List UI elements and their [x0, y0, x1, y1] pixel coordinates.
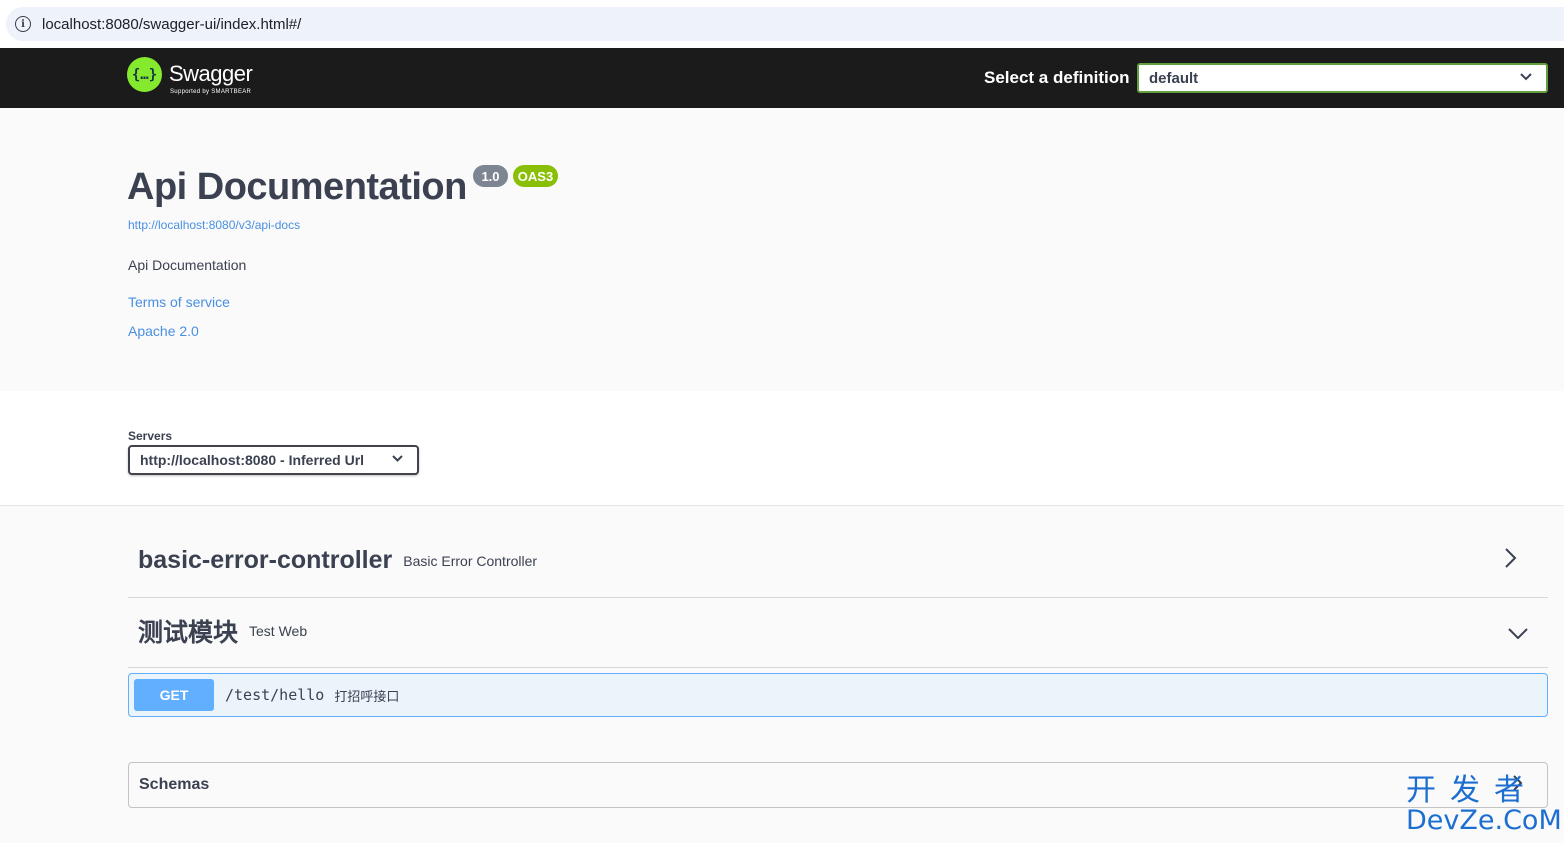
schemas-label[interactable]: Schemas: [139, 776, 209, 794]
tag-description: Basic Error Controller: [403, 552, 538, 569]
servers-select[interactable]: http://localhost:8080 - Inferred Url: [128, 445, 419, 475]
servers-section: Servers http://localhost:8080 - Inferred…: [0, 391, 1564, 506]
chevron-down-icon: [1520, 70, 1532, 84]
info-icon[interactable]: i: [15, 16, 31, 32]
definition-select[interactable]: default: [1137, 63, 1548, 93]
oas-badge: OAS3: [513, 165, 558, 187]
tag-description: Test Web: [249, 622, 308, 639]
watermark-top-text: 开发者: [1406, 773, 1538, 808]
definition-value: default: [1149, 69, 1199, 87]
operation-path[interactable]: /test/hello: [225, 686, 324, 704]
watermark-bottom-text: DevZe.CoM: [1406, 805, 1562, 836]
tag-basic-error-controller[interactable]: basic-error-controller Basic Error Contr…: [128, 524, 1548, 598]
topbar: {…} Swagger Supported by SMARTBEAR Selec…: [0, 48, 1564, 108]
url-bar[interactable]: i localhost:8080/swagger-ui/index.html#/: [6, 7, 1564, 41]
definition-label: Select a definition: [984, 68, 1130, 87]
terms-of-service-link[interactable]: Terms of service: [128, 294, 230, 310]
tag-test-module[interactable]: 测试模块 Test Web: [128, 594, 1548, 668]
info-section: Api Documentation 1.0 OAS3 http://localh…: [0, 108, 1564, 391]
operation-summary: 打招呼接口: [334, 688, 400, 704]
license-link[interactable]: Apache 2.0: [128, 323, 199, 339]
api-docs-link[interactable]: http://localhost:8080/v3/api-docs: [128, 218, 300, 232]
chevron-right-icon[interactable]: [1504, 548, 1518, 568]
version-badge: 1.0: [473, 165, 508, 187]
api-description: Api Documentation: [128, 257, 247, 273]
tag-name[interactable]: 测试模块: [138, 613, 238, 649]
schemas-section[interactable]: Schemas: [128, 762, 1548, 808]
logo-text[interactable]: Swagger: [169, 61, 253, 87]
browser-address-bar: i localhost:8080/swagger-ui/index.html#/: [0, 0, 1564, 48]
logo-subtitle: Supported by SMARTBEAR: [170, 89, 252, 95]
page-title: Api Documentation: [127, 166, 467, 208]
servers-label: Servers: [128, 429, 173, 443]
chevron-down-icon[interactable]: [1508, 626, 1528, 640]
tag-name[interactable]: basic-error-controller: [138, 546, 392, 575]
chevron-down-icon: [392, 453, 403, 465]
watermark-logo: 开发者 DevZe.CoM: [1406, 773, 1562, 837]
url-text[interactable]: localhost:8080/swagger-ui/index.html#/: [42, 16, 301, 33]
swagger-logo-icon[interactable]: {…}: [127, 57, 162, 92]
servers-value: http://localhost:8080 - Inferred Url: [140, 452, 365, 468]
method-badge[interactable]: GET: [134, 679, 214, 711]
operation-get-test-hello[interactable]: GET /test/hello 打招呼接口: [128, 673, 1548, 717]
